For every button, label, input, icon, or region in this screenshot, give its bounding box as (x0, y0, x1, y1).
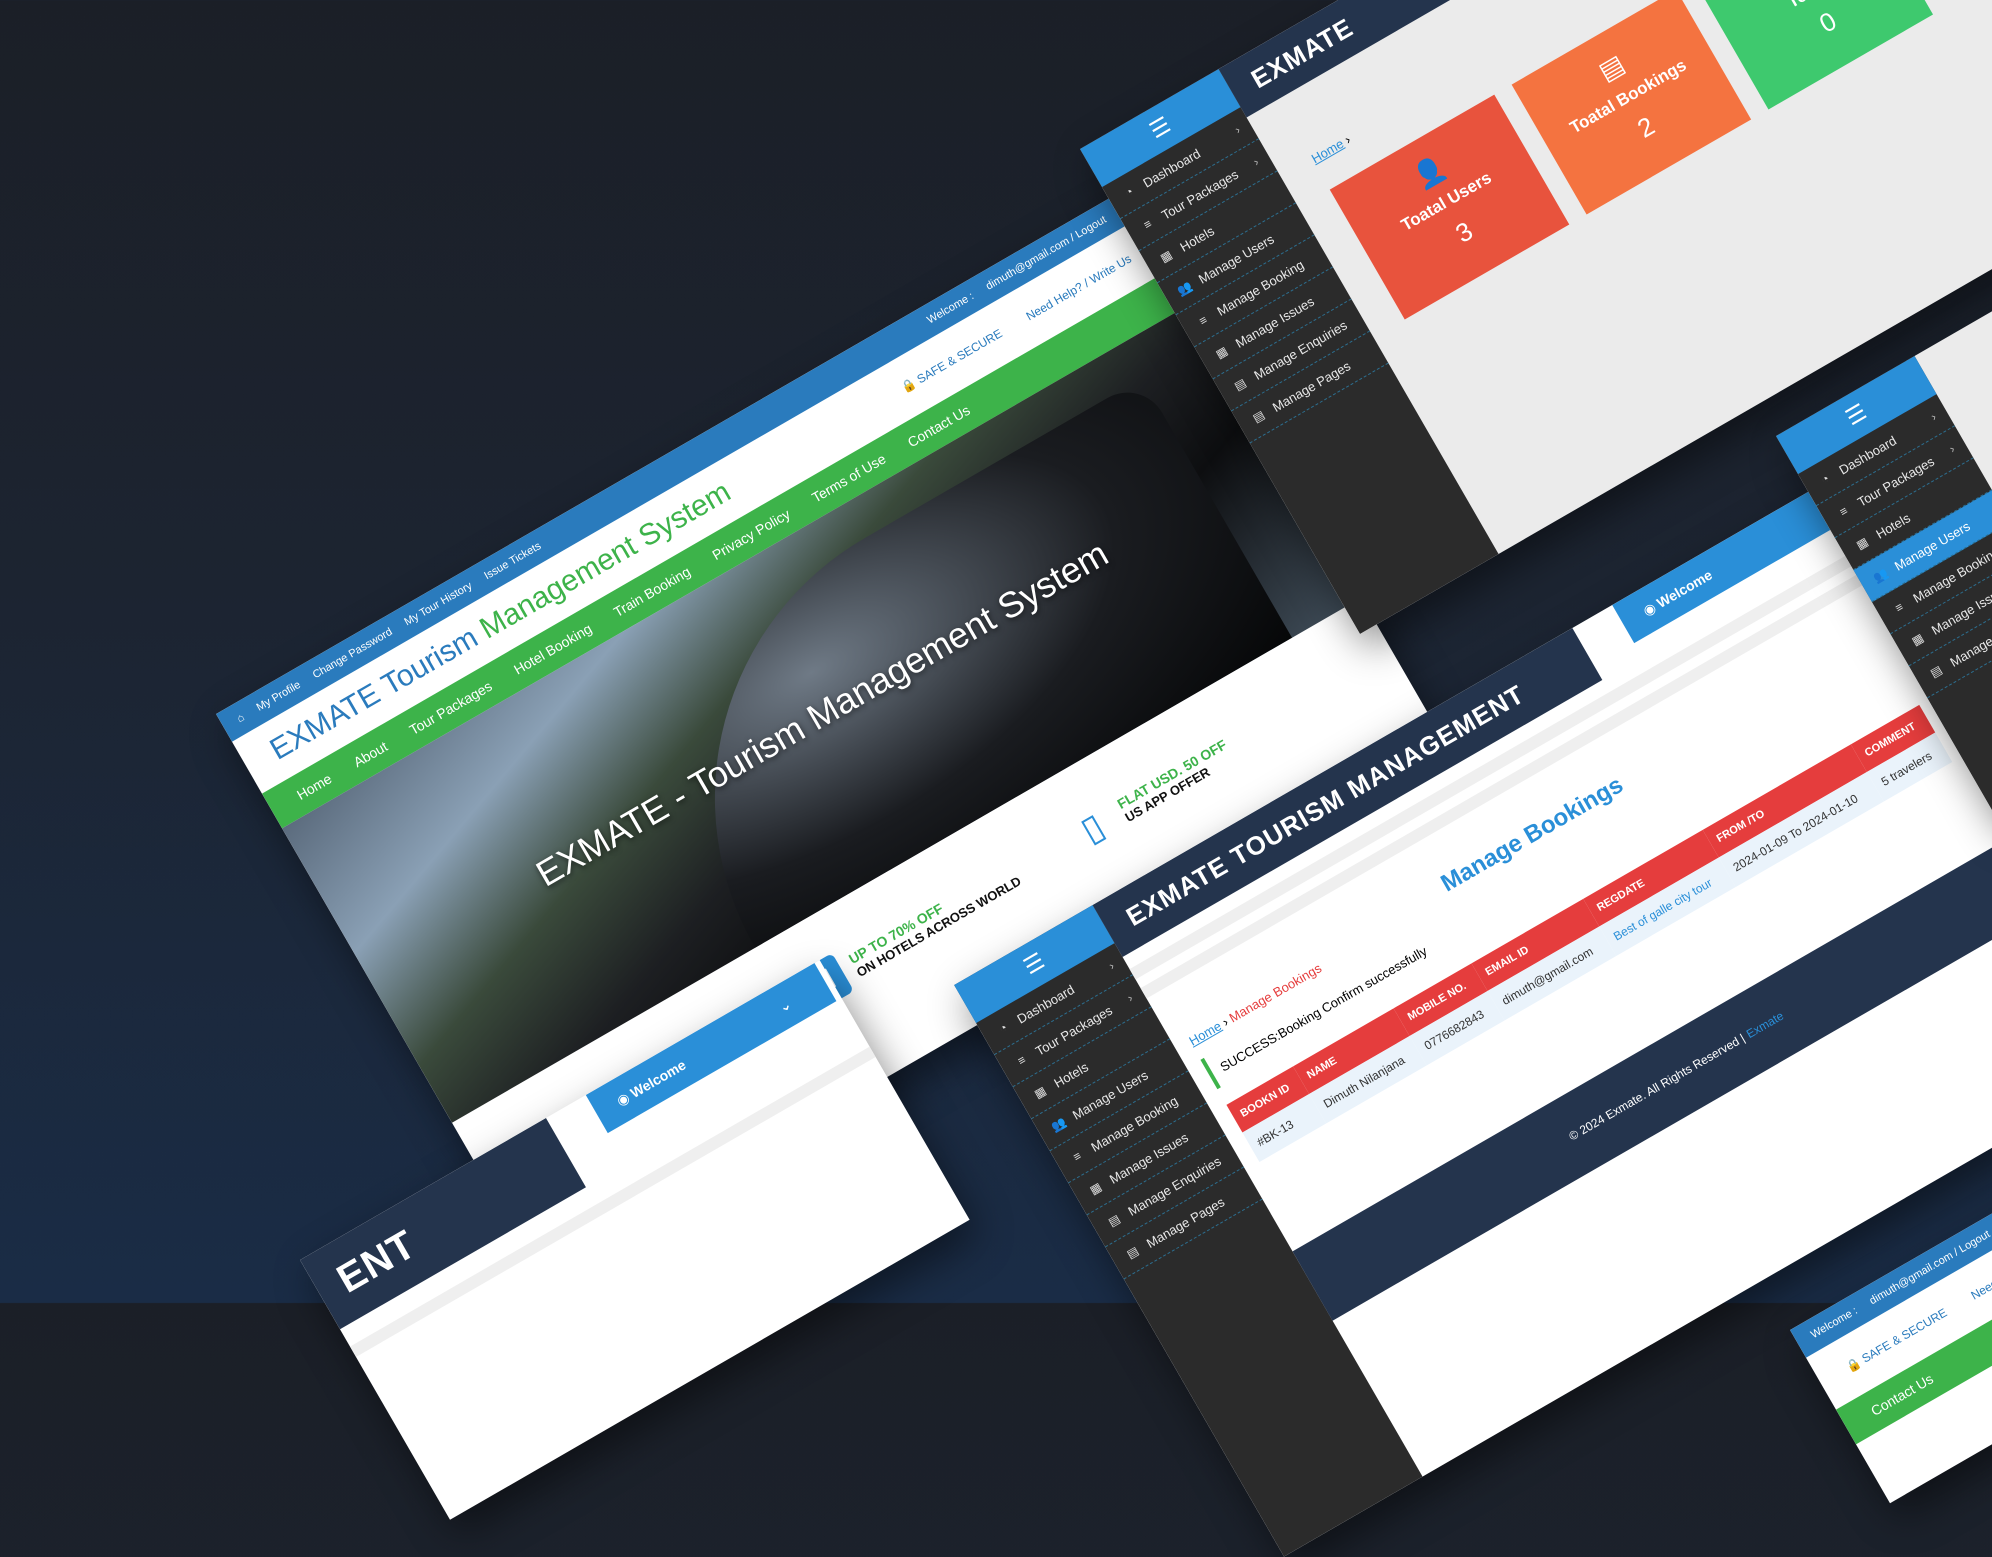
brand-title: ENT (330, 1222, 424, 1302)
chevron-right-icon: › (1928, 410, 1938, 424)
grid-icon: ▦ (1155, 246, 1178, 267)
dashboard-icon: ◔ (992, 1018, 1015, 1039)
list-icon: ≡ (1192, 310, 1215, 331)
sidebar-item-label: Hotels (1873, 510, 1912, 541)
brand-title: EXMATE (1246, 12, 1359, 95)
grid-icon: ▦ (1906, 629, 1929, 650)
list-icon: ≡ (1136, 214, 1159, 235)
chevron-right-icon: › (1106, 959, 1116, 973)
list-icon: ≡ (1832, 501, 1855, 522)
stat-card-bookings[interactable]: ▤ Toatal Bookings 2 (1512, 0, 1752, 214)
chevron-right-icon: › (1125, 991, 1135, 1005)
home-icon[interactable]: ⌂ (235, 711, 247, 725)
chevron-right-icon: › (1232, 123, 1242, 137)
dashboard-icon: ◔ (1814, 469, 1837, 490)
grid-icon: ▦ (1851, 533, 1874, 554)
grid-icon: ▦ (1210, 342, 1233, 363)
chevron-down-icon: ⌄ (776, 995, 795, 1016)
doc-icon: ▤ (1925, 661, 1948, 682)
list-icon: ≡ (1066, 1146, 1089, 1167)
nav-home[interactable]: Home (294, 770, 334, 803)
nav-about[interactable]: About (351, 738, 391, 770)
welcome-label: Welcome (1654, 566, 1715, 610)
sidebar-item-label: Hotels (1051, 1059, 1090, 1090)
grid-icon: ▦ (1029, 1082, 1052, 1103)
list-icon: ≡ (1888, 597, 1911, 618)
doc-icon: ▤ (1229, 374, 1252, 395)
doc-icon: ▤ (1103, 1210, 1126, 1231)
chevron-right-icon: › (1251, 155, 1261, 169)
sidebar-item-label: Hotels (1177, 223, 1216, 254)
stat-card-users[interactable]: 👤 Toatal Users 3 (1330, 95, 1570, 320)
dashboard-icon: ◔ (1118, 182, 1141, 203)
doc-icon: ▤ (1247, 406, 1270, 427)
chevron-right-icon: › (1342, 132, 1353, 147)
breadcrumb-home[interactable]: Home (1309, 136, 1347, 166)
users-icon: 👥 (1869, 565, 1892, 586)
chevron-right-icon: › (1947, 442, 1957, 456)
footer-text: © 2024 Exmate. All Rights Reserved | (1567, 1031, 1748, 1143)
users-icon: 👥 (1173, 278, 1196, 299)
breadcrumb: Home › (1309, 132, 1353, 166)
footer-link[interactable]: Exmate (1744, 1009, 1786, 1041)
list-icon: ≡ (1010, 1050, 1033, 1071)
doc-icon: ▤ (1121, 1242, 1144, 1263)
users-icon: 👥 (1047, 1114, 1070, 1135)
grid-icon: ▦ (1084, 1178, 1107, 1199)
